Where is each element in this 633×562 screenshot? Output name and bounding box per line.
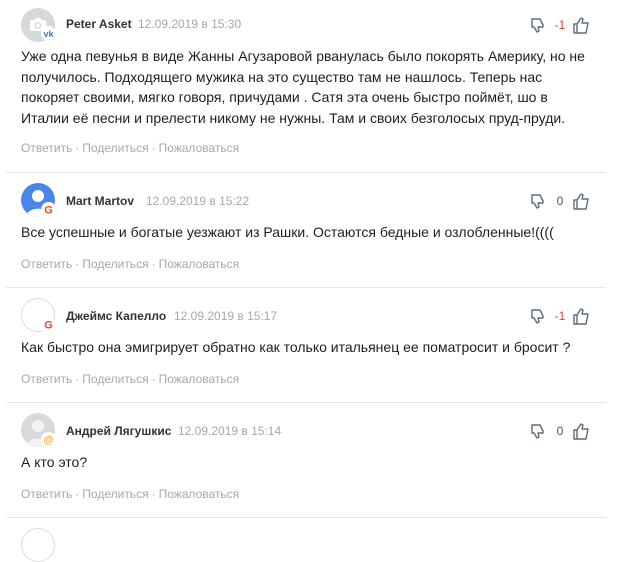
vote-controls: 0 — [530, 192, 592, 212]
comment-score: 0 — [556, 424, 564, 438]
comment-actions: Ответить · Поделиться · Пожаловаться — [21, 257, 239, 271]
vote-controls: -1 — [530, 307, 592, 327]
comment-date: 12.09.2019 в 15:14 — [178, 424, 282, 438]
reply-link[interactable]: Ответить — [21, 487, 72, 501]
comment-author[interactable]: Джеймс Капелло — [66, 309, 166, 323]
thumbs-down-icon[interactable] — [530, 308, 547, 325]
divider — [6, 402, 606, 403]
google-icon: G — [41, 202, 56, 217]
reply-link[interactable]: Ответить — [21, 141, 72, 155]
separator: · — [75, 257, 80, 271]
comment-text: Уже одна певунья в виде Жанны Агузаровой… — [21, 48, 585, 126]
divider — [6, 172, 606, 173]
comment-date: 12.09.2019 в 15:22 — [146, 194, 250, 208]
vote-controls: -1 — [530, 16, 592, 36]
comment-item — [0, 517, 633, 562]
thumbs-up-icon[interactable] — [572, 307, 591, 326]
comment-score: -1 — [554, 309, 566, 323]
google-icon: G — [41, 317, 56, 332]
thumbs-up-icon[interactable] — [572, 192, 591, 211]
comment-item: @ Андрей Лягушкис 12.09.2019 в 15:14 0 А… — [0, 402, 633, 517]
comment-item: G Mart Martov 12.09.2019 в 15:22 0 Все у… — [0, 172, 633, 287]
comment-item: vk Peter Asket 12.09.2019 в 15:30 -1 Уже… — [0, 0, 633, 155]
thumbs-up-icon[interactable] — [572, 422, 591, 441]
comment-text: Все успешные и богатые уезжают из Рашки.… — [21, 224, 554, 240]
share-link[interactable]: Поделиться — [82, 141, 148, 155]
comment-author[interactable]: Mart Martov — [66, 194, 134, 208]
thumbs-up-icon[interactable] — [572, 16, 591, 35]
separator: · — [151, 257, 156, 271]
comment-score: -1 — [554, 18, 566, 32]
comment-actions: Ответить · Поделиться · Пожаловаться — [21, 372, 239, 386]
comment-author[interactable]: Peter Asket — [66, 17, 132, 31]
svg-text:G: G — [44, 205, 53, 217]
comment-actions: Ответить · Поделиться · Пожаловаться — [21, 487, 239, 501]
share-link[interactable]: Поделиться — [82, 257, 148, 271]
report-link[interactable]: Пожаловаться — [159, 141, 240, 155]
share-link[interactable]: Поделиться — [82, 372, 148, 386]
avatar[interactable] — [21, 528, 55, 562]
thumbs-down-icon[interactable] — [530, 423, 547, 440]
report-link[interactable]: Пожаловаться — [159, 257, 240, 271]
comment-text: А кто это? — [21, 454, 88, 470]
svg-text:@: @ — [44, 435, 54, 446]
separator: · — [75, 372, 80, 386]
separator: · — [151, 372, 156, 386]
thumbs-down-icon[interactable] — [530, 193, 547, 210]
comment-score: 0 — [556, 194, 564, 208]
separator: · — [75, 487, 80, 501]
separator: · — [75, 141, 80, 155]
divider — [6, 517, 606, 518]
comment-item: G Джеймс Капелло 12.09.2019 в 15:17 -1 К… — [0, 287, 633, 402]
comment-author[interactable]: Андрей Лягушкис — [66, 424, 171, 438]
share-link[interactable]: Поделиться — [82, 487, 148, 501]
comment-date: 12.09.2019 в 15:30 — [138, 17, 242, 31]
reply-link[interactable]: Ответить — [21, 372, 72, 386]
separator: · — [151, 487, 156, 501]
report-link[interactable]: Пожаловаться — [159, 372, 240, 386]
divider — [6, 287, 606, 288]
mail-at-icon: @ — [41, 432, 56, 447]
thumbs-down-icon[interactable] — [530, 17, 547, 34]
comment-text: Как быстро она эмигрирует обратно как то… — [21, 339, 571, 355]
separator: · — [151, 141, 156, 155]
report-link[interactable]: Пожаловаться — [159, 487, 240, 501]
svg-text:G: G — [44, 320, 53, 332]
vk-icon: vk — [41, 26, 56, 41]
vote-controls: 0 — [530, 422, 592, 442]
comment-date: 12.09.2019 в 15:17 — [174, 309, 278, 323]
svg-text:vk: vk — [43, 29, 54, 39]
reply-link[interactable]: Ответить — [21, 257, 72, 271]
comment-actions: Ответить · Поделиться · Пожаловаться — [21, 141, 239, 155]
